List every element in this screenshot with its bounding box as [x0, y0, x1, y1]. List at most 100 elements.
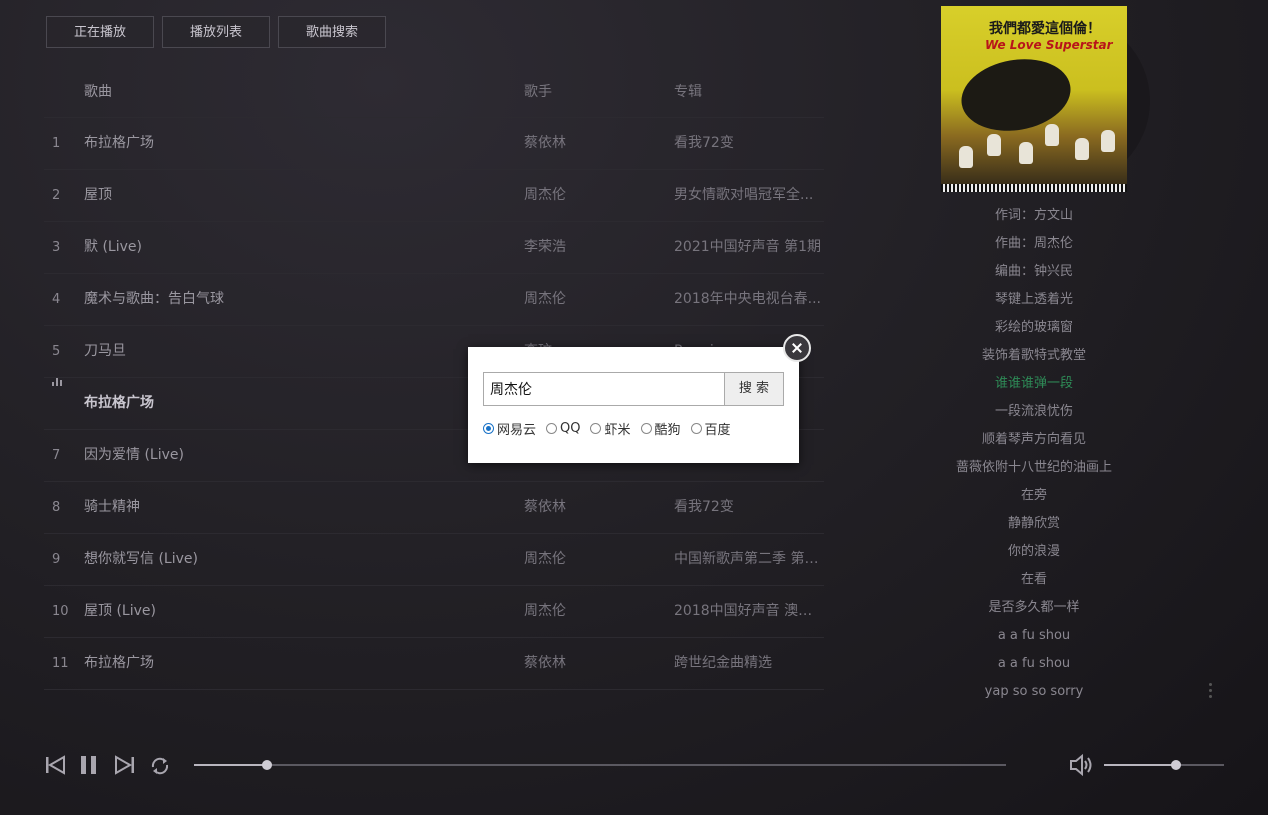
- hand-illustration: [1045, 124, 1059, 146]
- song-title: 魔术与歌曲：告白气球: [84, 291, 224, 307]
- table-row[interactable]: 4 魔术与歌曲：告白气球 周杰伦 2018年中央电视台春...: [44, 274, 824, 326]
- source-option[interactable]: 百度: [690, 419, 731, 438]
- song-title: 想你就写信 (Live): [84, 551, 198, 567]
- song-title: 屋顶: [84, 187, 112, 203]
- table-row[interactable]: 8 骑士精神 蔡依林 看我72变: [44, 482, 824, 534]
- song-album: 2018中国好声音 澳门...: [674, 603, 824, 619]
- source-option[interactable]: 虾米: [590, 419, 631, 438]
- row-number: 2: [52, 188, 61, 203]
- lyric-line: 你的浪漫: [1007, 544, 1060, 559]
- lyric-line: 装饰着歌特式教堂: [981, 348, 1086, 363]
- lyric-line: a a fu shou: [997, 628, 1071, 643]
- close-icon[interactable]: [783, 334, 811, 362]
- row-number: 10: [52, 604, 69, 619]
- search-dialog: 搜 索 网易云 QQ 虾米 酷狗 百度: [468, 347, 799, 463]
- progress-handle[interactable]: [262, 760, 273, 770]
- row-number: 9: [52, 552, 61, 567]
- progress-slider[interactable]: [194, 760, 1006, 770]
- source-label: QQ: [560, 421, 581, 436]
- barcode-strip: [941, 184, 1127, 192]
- lyric-line: 顺着琴声方向看见: [981, 432, 1086, 447]
- next-icon[interactable]: [114, 754, 136, 776]
- tab-bar: 正在播放 播放列表 歌曲搜索: [46, 16, 386, 48]
- volume-handle[interactable]: [1171, 760, 1181, 770]
- table-row[interactable]: 9 想你就写信 (Live) 周杰伦 中国新歌声第二季 第1...: [44, 534, 824, 586]
- source-option[interactable]: QQ: [546, 419, 580, 438]
- header-song: 歌曲: [84, 84, 112, 100]
- table-row[interactable]: 3 默 (Live) 李荣浩 2021中国好声音 第1期: [44, 222, 824, 274]
- progress-fill: [194, 764, 268, 766]
- table-row[interactable]: 11 布拉格广场 蔡依林 跨世纪金曲精选: [44, 638, 824, 690]
- volume-slider[interactable]: [1104, 760, 1224, 770]
- lyric-line: 作词：方文山: [994, 208, 1073, 223]
- album-cover: 我們都愛這個倫！ We Love Superstar: [941, 6, 1127, 192]
- lyric-line: 在看: [1020, 572, 1047, 587]
- row-number: 4: [52, 292, 61, 307]
- table-row[interactable]: 1 布拉格广场 蔡依林 看我72变: [44, 118, 824, 170]
- hand-illustration: [1101, 130, 1115, 152]
- song-album: 2021中国好声音 第1期: [674, 239, 821, 255]
- source-label: 酷狗: [654, 423, 681, 438]
- song-title: 说海一声笑 (Live): [84, 690, 504, 703]
- song-album: 2018年中央电视台春...: [674, 291, 821, 307]
- radio-icon[interactable]: [690, 423, 702, 434]
- volume-icon[interactable]: [1068, 753, 1094, 777]
- lyrics-panel: 作词：方文山 作曲：周杰伦 编曲：钟兴民 琴键上透着光 彩绘的玻璃窗 装饰着歌特式教堂 谁谁…: [934, 204, 1134, 708]
- song-singer: 周杰伦: [524, 291, 566, 307]
- table-row[interactable]: 12说海一声笑 (Live) 张蒂中国新歌声第二季 第1...: [44, 690, 824, 703]
- radio-icon[interactable]: [483, 423, 494, 434]
- tab-playlist[interactable]: 播放列表: [162, 16, 270, 48]
- radio-icon[interactable]: [546, 423, 558, 434]
- volume-fill: [1104, 764, 1176, 766]
- table-row[interactable]: 10 屋顶 (Live) 周杰伦 2018中国好声音 澳门...: [44, 586, 824, 638]
- source-label: 百度: [704, 423, 731, 438]
- song-singer: 蔡依林: [524, 655, 566, 671]
- lyric-line: 编曲：钟兴民: [994, 264, 1073, 279]
- lyric-line: 是否多久都一样: [988, 600, 1080, 615]
- song-singer: 蔡依林: [524, 135, 566, 151]
- song-album: 中国新歌声第二季 第1...: [674, 551, 824, 567]
- hand-illustration: [959, 146, 973, 168]
- song-album: 看我72变: [674, 499, 734, 515]
- source-option[interactable]: 酷狗: [640, 419, 681, 438]
- source-label: 网易云: [497, 423, 537, 438]
- song-singer: 周杰伦: [524, 551, 566, 567]
- row-number: 8: [52, 500, 61, 515]
- song-album: 跨世纪金曲精选: [674, 655, 772, 671]
- radio-icon[interactable]: [640, 423, 652, 434]
- source-radio-group: 网易云 QQ 虾米 酷狗 百度: [483, 419, 731, 438]
- lyric-line: 在旁: [1020, 488, 1047, 503]
- header-singer: 歌手: [524, 84, 552, 100]
- lyric-line: 一段流浪忧伤: [994, 404, 1073, 419]
- previous-icon[interactable]: [44, 754, 66, 776]
- song-title: 屋顶 (Live): [84, 603, 156, 619]
- song-album: 中国新歌声第二季 第1...: [674, 690, 824, 703]
- table-header: 歌曲 歌手 专辑: [44, 67, 824, 118]
- song-singer: 李荣浩: [524, 239, 566, 255]
- song-title: 因为爱情 (Live): [84, 447, 184, 463]
- loop-icon[interactable]: [148, 755, 172, 777]
- lyric-line: 作曲：周杰伦: [994, 236, 1073, 251]
- pause-icon[interactable]: [78, 754, 100, 776]
- hand-illustration: [1075, 138, 1089, 160]
- source-option[interactable]: 网易云: [483, 419, 536, 438]
- more-icon[interactable]: [1209, 683, 1213, 701]
- tab-now-playing[interactable]: 正在播放: [46, 16, 154, 48]
- cover-title: 我們都愛這個倫！: [989, 21, 1101, 37]
- radio-icon[interactable]: [590, 423, 602, 434]
- song-title: 骑士精神: [84, 499, 140, 515]
- row-number: 11: [52, 656, 69, 671]
- tab-song-search[interactable]: 歌曲搜索: [278, 16, 386, 48]
- lyric-line: yap so so sorry: [984, 684, 1084, 699]
- song-title: 布拉格广场: [84, 655, 154, 671]
- search-button[interactable]: 搜 索: [724, 372, 784, 406]
- table-row[interactable]: 2 屋顶 周杰伦 男女情歌对唱冠军全...: [44, 170, 824, 222]
- search-input[interactable]: [483, 372, 725, 406]
- song-title: 布拉格广场: [84, 135, 154, 151]
- player-bar: [0, 740, 1268, 790]
- lyric-line: a a fu shou: [997, 656, 1071, 671]
- song-title: 刀马旦: [84, 343, 126, 359]
- row-number: 1: [52, 136, 61, 151]
- lyric-line: 蔷薇依附十八世纪的油画上: [955, 460, 1112, 475]
- song-title: 布拉格广场: [84, 395, 154, 411]
